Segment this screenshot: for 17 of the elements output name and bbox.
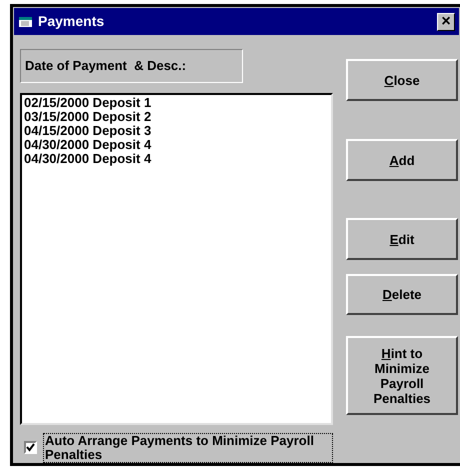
checkbox-label[interactable]: Auto Arrange Payments to Minimize Payroll Penalties bbox=[43, 433, 333, 463]
auto-arrange-checkbox[interactable] bbox=[24, 441, 37, 454]
payment-item[interactable]: 04/30/2000 Deposit 4 bbox=[24, 138, 152, 152]
dialog-button[interactable]: Add bbox=[346, 139, 458, 181]
window-icon bbox=[18, 14, 34, 28]
payment-item[interactable]: 04/15/2000 Deposit 3 bbox=[24, 124, 152, 138]
payment-item[interactable]: 02/15/2000 Deposit 1 bbox=[24, 96, 152, 110]
dialog-button[interactable]: Edit bbox=[346, 218, 458, 260]
dialog-button[interactable]: Close bbox=[346, 59, 458, 101]
payment-item[interactable]: 03/15/2000 Deposit 2 bbox=[24, 110, 152, 124]
list-header: Date of Payment & Desc.: bbox=[20, 49, 243, 83]
dialog-button[interactable]: Delete bbox=[346, 274, 458, 315]
dialog-button[interactable]: Hint to Minimize Payroll Penalties bbox=[346, 336, 458, 415]
close-button[interactable]: × bbox=[437, 12, 455, 30]
payment-item[interactable]: 04/30/2000 Deposit 4 bbox=[24, 152, 152, 166]
payment-list[interactable]: 02/15/2000 Deposit 1 03/15/2000 Deposit 2 04/15/2000 Deposit 3 04/30/2000 Deposit 4 04/30/2000 Deposit 4 bbox=[20, 93, 333, 425]
window-title: Payments bbox=[38, 12, 106, 31]
